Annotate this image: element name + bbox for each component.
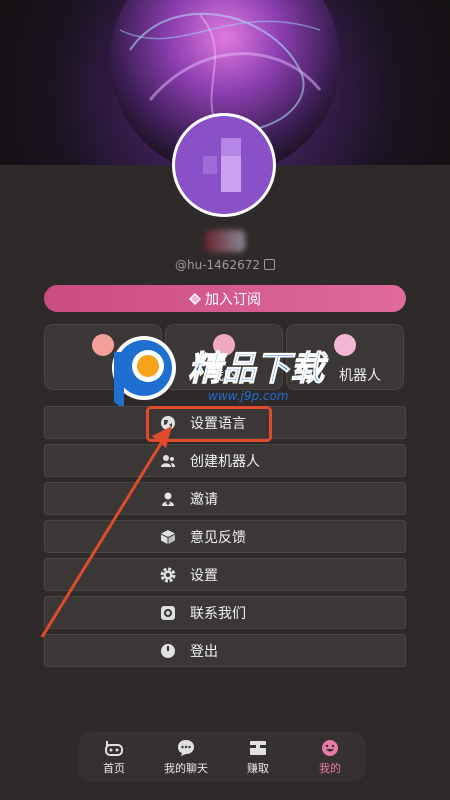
menu-item-contact[interactable]: 联系我们	[44, 596, 406, 629]
tab-label: 首页	[103, 761, 125, 775]
menu-item-create-bot[interactable]: 创建机器人	[44, 444, 406, 477]
tab-my-chats[interactable]: 我的聊天	[156, 739, 216, 776]
users-icon	[160, 453, 176, 469]
user-plus-icon	[160, 491, 176, 507]
tab-home[interactable]: 首页	[84, 739, 144, 776]
robot-icon	[104, 739, 124, 757]
bottom-tab-bar: 首页 我的聊天 赚取 我的	[78, 732, 366, 782]
tab-label: 赚取	[247, 761, 269, 775]
tab-label: 我的聊天	[164, 761, 208, 775]
subscribe-label: 加入订阅	[205, 291, 261, 308]
chat-icon	[160, 605, 176, 621]
menu-item-settings[interactable]: 设置	[44, 558, 406, 591]
subscribe-button[interactable]: 加入订阅	[44, 285, 406, 312]
avatar[interactable]	[172, 113, 276, 217]
box-icon	[160, 529, 176, 545]
user-handle-text: @hu-1462672	[175, 258, 260, 272]
username-blurred	[205, 230, 245, 252]
chat-bubble-icon	[176, 739, 196, 757]
menu-item-invite[interactable]: 邀请	[44, 482, 406, 515]
watermark-brand: 精品下载	[188, 349, 329, 389]
power-icon	[160, 643, 176, 659]
tab-earn[interactable]: 赚取	[228, 739, 288, 776]
user-handle: @hu-1462672	[0, 258, 450, 272]
watermark-logo: 精品下载 www.j9p.com	[112, 336, 329, 410]
copy-icon[interactable]	[263, 259, 275, 270]
menu-label: 意见反馈	[190, 529, 246, 546]
tab-me[interactable]: 我的	[300, 739, 360, 776]
menu-label: 创建机器人	[190, 453, 260, 470]
menu-item-logout[interactable]: 登出	[44, 634, 406, 667]
tab-label: 我的	[319, 761, 341, 775]
wallet-icon	[248, 739, 268, 757]
watermark-url: www.j9p.com	[208, 389, 289, 403]
diamond-icon	[189, 292, 201, 305]
smile-icon	[320, 739, 340, 757]
menu-label: 登出	[190, 643, 218, 660]
menu-label: 设置	[190, 567, 218, 584]
menu-label: 邀请	[190, 491, 218, 508]
highlight-box	[146, 406, 272, 442]
menu-item-feedback[interactable]: 意见反馈	[44, 520, 406, 553]
settings-menu: 设置语言 创建机器人 邀请 意见反馈 设置 联系我们 登出	[44, 406, 406, 672]
gear-icon	[160, 567, 176, 583]
menu-label: 联系我们	[190, 605, 246, 622]
